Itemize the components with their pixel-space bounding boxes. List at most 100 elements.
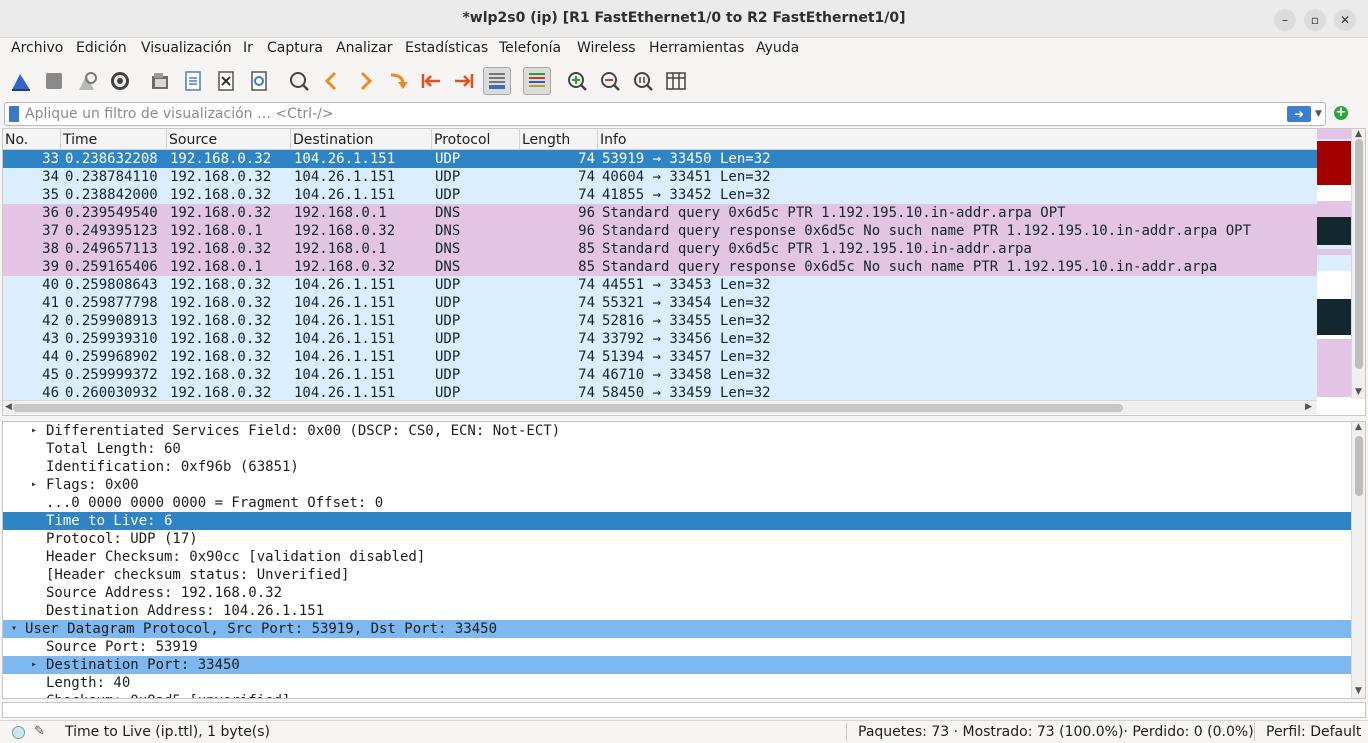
menu-visualizacion[interactable]: Visualización [141, 40, 232, 56]
detail-row[interactable]: ▸ Flags: 0x00 [3, 476, 1351, 494]
packet-cell-info: 52816 → 33455 Len=32 [602, 313, 771, 329]
detail-row[interactable]: [Header checksum status: Unverified] [3, 566, 1351, 584]
menu-captura[interactable]: Captura [267, 40, 323, 56]
packet-bytes-pane[interactable] [2, 702, 1366, 718]
packet-row[interactable]: 44 0.259968902 192.168.0.32 104.26.1.151 UDP… [3, 348, 1317, 366]
start-capture-icon[interactable] [7, 67, 35, 95]
packet-cell-src: 192.168.0.32 [170, 313, 272, 329]
packet-row[interactable]: 35 0.238842000 192.168.0.32 104.26.1.151 UDP… [3, 186, 1317, 204]
column-header-source[interactable]: Source [167, 129, 291, 150]
packet-list-vertical-scrollbar[interactable]: ▲ ▼ [1351, 129, 1365, 399]
open-file-icon[interactable] [146, 67, 174, 95]
menu-analizar[interactable]: Analizar [336, 40, 393, 56]
find-packet-icon[interactable] [285, 67, 313, 95]
minimize-icon[interactable]: – [1274, 9, 1296, 31]
add-filter-button-icon[interactable]: + [1334, 106, 1348, 120]
detail-row[interactable]: Header Checksum: 0x90cc [validation disa… [3, 548, 1351, 566]
menu-ayuda[interactable]: Ayuda [756, 40, 799, 56]
scrollbar-thumb[interactable] [1355, 436, 1363, 496]
packet-row[interactable]: 34 0.238784110 192.168.0.32 104.26.1.151 UDP… [3, 168, 1317, 186]
detail-row[interactable]: Protocol: UDP (17) [3, 530, 1351, 548]
menu-estadisticas[interactable]: Estadísticas [405, 40, 488, 56]
restart-capture-icon[interactable] [73, 67, 101, 95]
collapse-arrow-icon[interactable]: ▾ [11, 620, 17, 638]
detail-row[interactable]: Source Address: 192.168.0.32 [3, 584, 1351, 602]
detail-row-text: Destination Port: 33450 [46, 657, 240, 673]
filter-history-dropdown-icon[interactable]: ▼ [1315, 105, 1325, 123]
detail-row[interactable]: Source Port: 53919 [3, 638, 1351, 656]
packet-row[interactable]: 39 0.259165406 192.168.0.1 192.168.0.32 DNS 8… [3, 258, 1317, 276]
save-file-icon[interactable] [179, 67, 207, 95]
detail-row[interactable]: ▸ Destination Port: 33450 [3, 656, 1351, 674]
expand-arrow-icon[interactable]: ▸ [31, 422, 37, 440]
detail-row[interactable]: Destination Address: 104.26.1.151 [3, 602, 1351, 620]
packet-row[interactable]: 33 0.238632208 192.168.0.32 104.26.1.151 UDP… [3, 150, 1317, 168]
menu-herramientas[interactable]: Herramientas [649, 40, 744, 56]
packet-list-horizontal-scrollbar[interactable]: ◀ ▶ [3, 400, 1317, 414]
capture-comment-icon[interactable]: ✎ [34, 724, 45, 739]
packet-cell-len: 74 [578, 295, 595, 311]
packet-cell-dst: 104.26.1.151 [294, 277, 396, 293]
apply-filter-icon[interactable]: ➜ [1287, 106, 1311, 122]
menu-wireless[interactable]: Wireless [577, 40, 636, 56]
maximize-icon[interactable]: ▫ [1304, 9, 1326, 31]
reload-file-icon[interactable] [245, 67, 273, 95]
scrollbar-thumb[interactable] [1355, 139, 1363, 369]
packet-row[interactable]: 45 0.259999372 192.168.0.32 104.26.1.151 UDP… [3, 366, 1317, 384]
packet-cell-proto: UDP [435, 187, 461, 203]
detail-row[interactable]: Time to Live: 6 [3, 512, 1351, 530]
packet-details-scrollbar[interactable]: ▲ ▼ [1351, 422, 1365, 698]
go-to-packet-icon[interactable] [384, 67, 412, 95]
expand-arrow-icon[interactable]: ▸ [31, 476, 37, 494]
last-packet-icon[interactable] [450, 67, 478, 95]
detail-row-text: [Header checksum status: Unverified] [46, 567, 350, 583]
scrollbar-thumb[interactable] [13, 404, 1123, 412]
display-filter-input[interactable] [25, 104, 1275, 124]
detail-row[interactable]: ...0 0000 0000 0000 = Fragment Offset: 0 [3, 494, 1351, 512]
packet-row[interactable]: 42 0.259908913 192.168.0.32 104.26.1.151 UDP… [3, 312, 1317, 330]
packet-cell-time: 0.259877798 [65, 295, 158, 311]
detail-row[interactable]: Identification: 0xf96b (63851) [3, 458, 1351, 476]
status-profile[interactable]: Perfil: Default [1266, 724, 1361, 740]
column-header-info[interactable]: Info [598, 129, 1317, 150]
detail-row[interactable]: ▸ Differentiated Services Field: 0x00 (DS… [3, 422, 1351, 440]
packet-row[interactable]: 38 0.249657113 192.168.0.32 192.168.0.1 DNS 8… [3, 240, 1317, 258]
column-header-length[interactable]: Length [520, 129, 598, 150]
packet-minimap[interactable] [1317, 129, 1351, 399]
packet-row[interactable]: 37 0.249395123 192.168.0.1 192.168.0.32 DNS 9… [3, 222, 1317, 240]
menu-archivo[interactable]: Archivo [11, 40, 63, 56]
go-back-icon[interactable] [318, 67, 346, 95]
packet-cell-src: 192.168.0.1 [170, 223, 263, 239]
expert-info-icon[interactable] [12, 726, 25, 739]
normal-size-icon[interactable] [629, 67, 657, 95]
menu-ir[interactable]: Ir [243, 40, 253, 56]
column-header-no[interactable]: No. [3, 129, 61, 150]
column-header-protocol[interactable]: Protocol [432, 129, 520, 150]
detail-row[interactable]: Length: 40 [3, 674, 1351, 692]
expand-arrow-icon[interactable]: ▸ [31, 656, 37, 674]
column-header-destination[interactable]: Destination [291, 129, 432, 150]
colorize-icon[interactable] [523, 67, 551, 95]
detail-row[interactable]: ▾ User Datagram Protocol, Src Port: 53919… [3, 620, 1351, 638]
packet-row[interactable]: 36 0.239549540 192.168.0.32 192.168.0.1 DNS 9… [3, 204, 1317, 222]
detail-row[interactable]: Checksum: 0x8ad5 [unverified] [3, 692, 1351, 698]
close-icon[interactable]: ✕ [1334, 9, 1356, 31]
go-forward-icon[interactable] [351, 67, 379, 95]
zoom-out-icon[interactable] [596, 67, 624, 95]
first-packet-icon[interactable] [417, 67, 445, 95]
bookmark-icon[interactable] [9, 106, 19, 122]
packet-row[interactable]: 40 0.259808643 192.168.0.32 104.26.1.151 UDP… [3, 276, 1317, 294]
packet-row[interactable]: 43 0.259939310 192.168.0.32 104.26.1.151 UDP… [3, 330, 1317, 348]
column-header-time[interactable]: Time [61, 129, 167, 150]
resize-columns-icon[interactable] [662, 67, 690, 95]
capture-options-icon[interactable] [106, 67, 134, 95]
packet-cell-proto: UDP [435, 349, 461, 365]
auto-scroll-icon[interactable] [483, 67, 511, 95]
stop-capture-icon[interactable] [40, 67, 68, 95]
menu-edicion[interactable]: Edición [76, 40, 127, 56]
detail-row[interactable]: Total Length: 60 [3, 440, 1351, 458]
close-file-icon[interactable] [212, 67, 240, 95]
packet-row[interactable]: 41 0.259877798 192.168.0.32 104.26.1.151 UDP… [3, 294, 1317, 312]
menu-telefonia[interactable]: Telefonía [499, 40, 561, 56]
zoom-in-icon[interactable] [563, 67, 591, 95]
